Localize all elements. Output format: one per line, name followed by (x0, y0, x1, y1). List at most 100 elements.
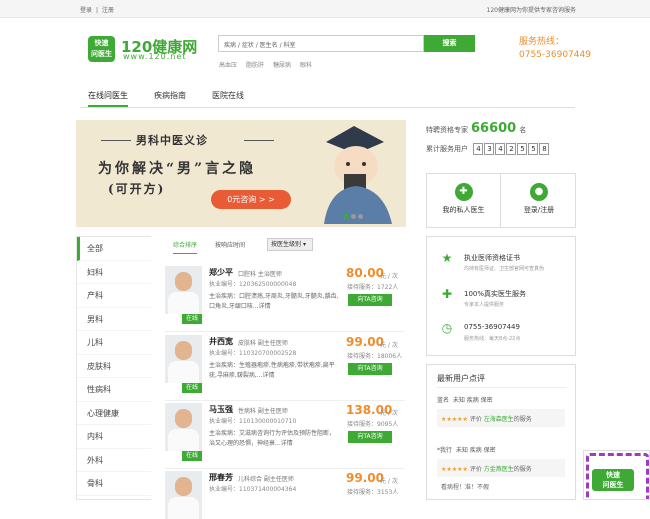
quick-links: ✚ 我的私人医生 ● 登录/注册 (426, 173, 576, 228)
cert-title: 100%真实医生服务 (464, 290, 527, 298)
tab-general-sort[interactable]: 综合排序 (173, 240, 198, 254)
search-button[interactable]: 搜索 (424, 35, 475, 52)
online-badge: 在线 (182, 314, 202, 324)
category-sidebar: 全部 妇科 产科 男科 儿科 皮肤科 性病科 心理健康 内科 外科 骨科 (76, 236, 151, 500)
medical-kit-icon: ✚ (454, 183, 473, 201)
doctor-name[interactable]: 井西宽 (209, 336, 233, 347)
qr-code-widget[interactable]: 快速 问医生 (583, 450, 650, 500)
specialty-text: 主治疾病：艾滋病咨询行为评估及预防性阻断，治又心理的恐惧，神经衰... (209, 430, 336, 447)
doctor-license: 执业编号：110320700002528 (209, 350, 297, 357)
promo-banner[interactable]: 男科中医义诊 为你解决“男”言之隐 (可开方) 0元咨询 > > (76, 120, 406, 227)
banner-divider (244, 140, 274, 141)
my-doctor-button[interactable]: ✚ 我的私人医生 (427, 174, 501, 228)
users-digit: 8 (539, 143, 550, 155)
login-register-label: 登录/注册 (523, 206, 555, 214)
experts-count: 66600 (471, 121, 517, 136)
category-item[interactable]: 产科 (77, 284, 151, 308)
doctor-specialty: 主治疾病：艾滋病咨询行为评估及预防性阻断，治又心理的恐惧，神经衰...详情 (209, 429, 339, 449)
select-value: 按医生级别 (271, 241, 302, 248)
banner-consult-button[interactable]: 0元咨询 > > (211, 190, 291, 209)
hot-keyword[interactable]: 糖尿病 (273, 62, 291, 69)
category-item[interactable]: 心理健康 (77, 402, 151, 425)
doctor-name[interactable]: 郑少平 (209, 267, 233, 278)
hot-keyword[interactable]: 脂肪肝 (246, 62, 264, 69)
logo-badge-bottom: 问医生 (91, 50, 112, 58)
category-item[interactable]: 皮肤科 (77, 355, 151, 378)
register-link[interactable]: 注册 (102, 7, 114, 14)
review-label: 评价 (469, 466, 482, 473)
hot-keyword[interactable]: 眼科 (300, 62, 312, 69)
category-item[interactable]: 妇科 (77, 261, 151, 284)
category-item[interactable]: 男科 (77, 308, 151, 331)
served-count: 接待服务：3153人 (347, 489, 399, 496)
review-box: ★★★★★ 评价 左海森医生的服务 (437, 409, 565, 427)
category-item[interactable]: 外科 (77, 449, 151, 472)
details-link[interactable]: 详情 (262, 372, 274, 379)
review-user: 蓝名 未知 疾病 保密 (437, 395, 493, 404)
category-item[interactable]: 骨科 (77, 472, 151, 496)
stats-panel: 特聘资格专家 66600 名 累计服务用户 4342558 (426, 121, 550, 161)
experts-label: 特聘资格专家 (426, 126, 468, 134)
tab-response-time[interactable]: 按响应时间 (215, 240, 245, 253)
doctor-level-select[interactable]: 按医生级别 ▾ (267, 238, 313, 251)
doctor-dept: 皮肤科 副主任医师 (238, 340, 288, 347)
hotline-label: 服务热线： (519, 37, 565, 47)
review-doctor-link[interactable]: 左海森医生 (484, 416, 514, 423)
details-link[interactable]: 详情 (259, 303, 271, 310)
reviews-panel: 最新用户点评 蓝名 未知 疾病 保密 ★★★★★ 评价 左海森医生的服务 *我行… (426, 364, 576, 500)
doctor-card[interactable]: 在线 井西宽 皮肤科 副主任医师 执业编号：110320700002528 主治… (165, 335, 405, 401)
banner-pagination[interactable] (344, 213, 365, 221)
doctor-license: 执业编号：110130000010710 (209, 418, 297, 425)
served-count: 接待服务：9095人 (347, 421, 399, 428)
details-link[interactable]: 详情 (281, 440, 293, 447)
qr-logo: 快速 问医生 (592, 469, 634, 491)
login-register-button[interactable]: ● 登录/注册 (502, 174, 576, 228)
doctor-specialty: 主治疾病：生殖器疱疹,性病疱疹,带状疱疹,扁平疣,寻麻疹,皲裂病,...详情 (209, 361, 339, 381)
category-item[interactable]: 性病科 (77, 378, 151, 402)
doctor-card[interactable]: 邢春芳 儿科综合 副主任医师 执业编号：110371400004364 99.0… (165, 471, 405, 519)
star-badge-icon: ★ (441, 251, 453, 265)
users-digit: 3 (484, 143, 495, 155)
hotline-number: 0755-36907449 (519, 50, 591, 60)
consult-button[interactable]: 向TA咨询 (348, 294, 392, 306)
banner-subheadline: (可开方) (108, 182, 166, 196)
experts-unit: 名 (519, 126, 527, 134)
reviews-heading: 最新用户点评 (437, 374, 485, 383)
nav-disease-guide[interactable]: 疾病指南 (154, 90, 186, 105)
users-digit: 5 (528, 143, 539, 155)
logo-badge-top: 快速 (94, 39, 109, 47)
doctor-name[interactable]: 马玉强 (209, 404, 233, 415)
nav-online-doctor[interactable]: 在线问医生 (88, 90, 128, 107)
clock-icon: ◷ (441, 321, 453, 335)
review-username: 蓝名 (437, 397, 450, 404)
top-bar: 登录 | 注册 120健康网为你提供专家咨询服务 (0, 0, 650, 18)
review-doctor-link[interactable]: 方金燕医生 (484, 466, 514, 473)
review-tags: 未知 疾病 保密 (452, 397, 493, 404)
separator: | (96, 7, 99, 14)
consult-button[interactable]: 向TA咨询 (348, 431, 392, 443)
main-nav: 在线问医生 疾病指南 医院在线 (80, 88, 575, 108)
my-doctor-label: 我的私人医生 (442, 206, 485, 214)
review-suffix: 的服务 (513, 416, 532, 423)
doctor-name[interactable]: 邢春芳 (209, 472, 233, 483)
category-item[interactable]: 全部 (77, 237, 151, 261)
review-suffix: 的服务 (513, 466, 532, 473)
login-link[interactable]: 登录 (80, 7, 92, 14)
nav-hospital-online[interactable]: 医院在线 (212, 90, 244, 105)
price-unit: 元 / 次 (380, 273, 398, 280)
doctor-specialty: 主治疾病：口腔溃疡,牙周炎,牙髓炎,牙髓炎,龋齿,口角炎,牙龈口咳...详情 (209, 292, 339, 312)
hot-keyword[interactable]: 高血压 (219, 62, 237, 69)
logo-url: www.120.net (123, 52, 187, 61)
users-digit: 2 (506, 143, 517, 155)
search-input[interactable]: 疾病 / 症状 / 医生名 / 科室 (218, 35, 424, 52)
doctor-dept: 性病科 副主任医师 (238, 408, 288, 415)
consult-button[interactable]: 向TA咨询 (348, 363, 392, 375)
user-icon: ● (530, 183, 548, 201)
doctor-card[interactable]: 在线 郑少平 口腔科 主治医师 执业编号：120362500000048 主治疾… (165, 266, 405, 332)
cert-subtitle: 均持有医师证、卫生部官网可查真伪 (464, 266, 545, 272)
doctor-card[interactable]: 在线 马玉强 性病科 副主任医师 执业编号：110130000010710 主治… (165, 403, 405, 469)
category-item[interactable]: 内科 (77, 425, 151, 449)
category-item[interactable]: 儿科 (77, 331, 151, 355)
cert-subtitle: 专家本人提供服务 (464, 302, 505, 308)
site-logo[interactable]: 快速 问医生 120健康网 www.120.net (88, 36, 197, 64)
